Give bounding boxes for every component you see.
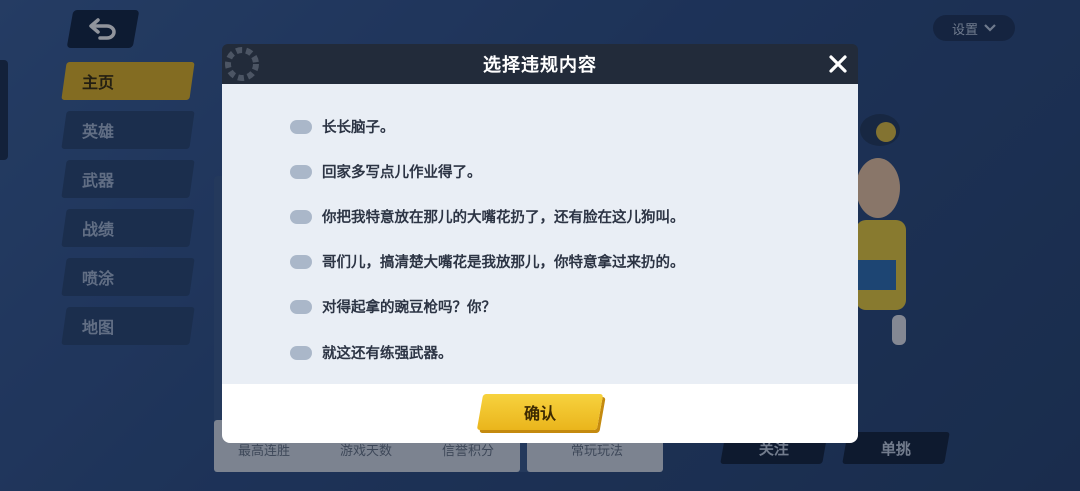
dialog-title: 选择违规内容 [483,55,597,76]
option-toggle[interactable] [290,164,312,179]
close-button[interactable] [822,48,854,80]
close-icon [829,55,847,73]
option-toggle[interactable] [290,345,312,360]
option-toggle[interactable] [290,119,312,134]
dialog-footer: 确认 [222,384,858,443]
confirm-button[interactable]: 确认 [476,394,604,430]
option-label: 就这还有练强武器。 [322,346,453,362]
dialog-header: 选择违规内容 [222,44,858,84]
violation-option[interactable]: 对得起拿的豌豆枪吗？你？ [290,296,496,317]
violation-option[interactable]: 哥们儿，搞清楚大嘴花是我放那儿，你特意拿过来扔的。 [290,251,685,272]
violation-option[interactable]: 你把我特意放在那儿的大嘴花扔了，还有脸在这儿狗叫。 [290,206,685,227]
option-label: 回家多写点儿作业得了。 [322,165,482,181]
option-label: 你把我特意放在那儿的大嘴花扔了，还有脸在这儿狗叫。 [322,210,685,226]
option-toggle[interactable] [290,254,312,269]
option-toggle[interactable] [290,299,312,314]
gear-decoration-icon [225,47,259,81]
violation-option[interactable]: 回家多写点儿作业得了。 [290,161,482,182]
confirm-label: 确认 [523,404,556,423]
option-label: 长长脑子。 [322,120,395,136]
dialog-body: 长长脑子。 回家多写点儿作业得了。 你把我特意放在那儿的大嘴花扔了，还有脸在这儿… [222,84,858,384]
violation-option[interactable]: 就这还有练强武器。 [290,342,453,363]
violation-option[interactable]: 长长脑子。 [290,116,395,137]
option-label: 哥们儿，搞清楚大嘴花是我放那儿，你特意拿过来扔的。 [322,255,685,271]
option-label: 对得起拿的豌豆枪吗？你？ [322,300,496,316]
option-toggle[interactable] [290,209,312,224]
